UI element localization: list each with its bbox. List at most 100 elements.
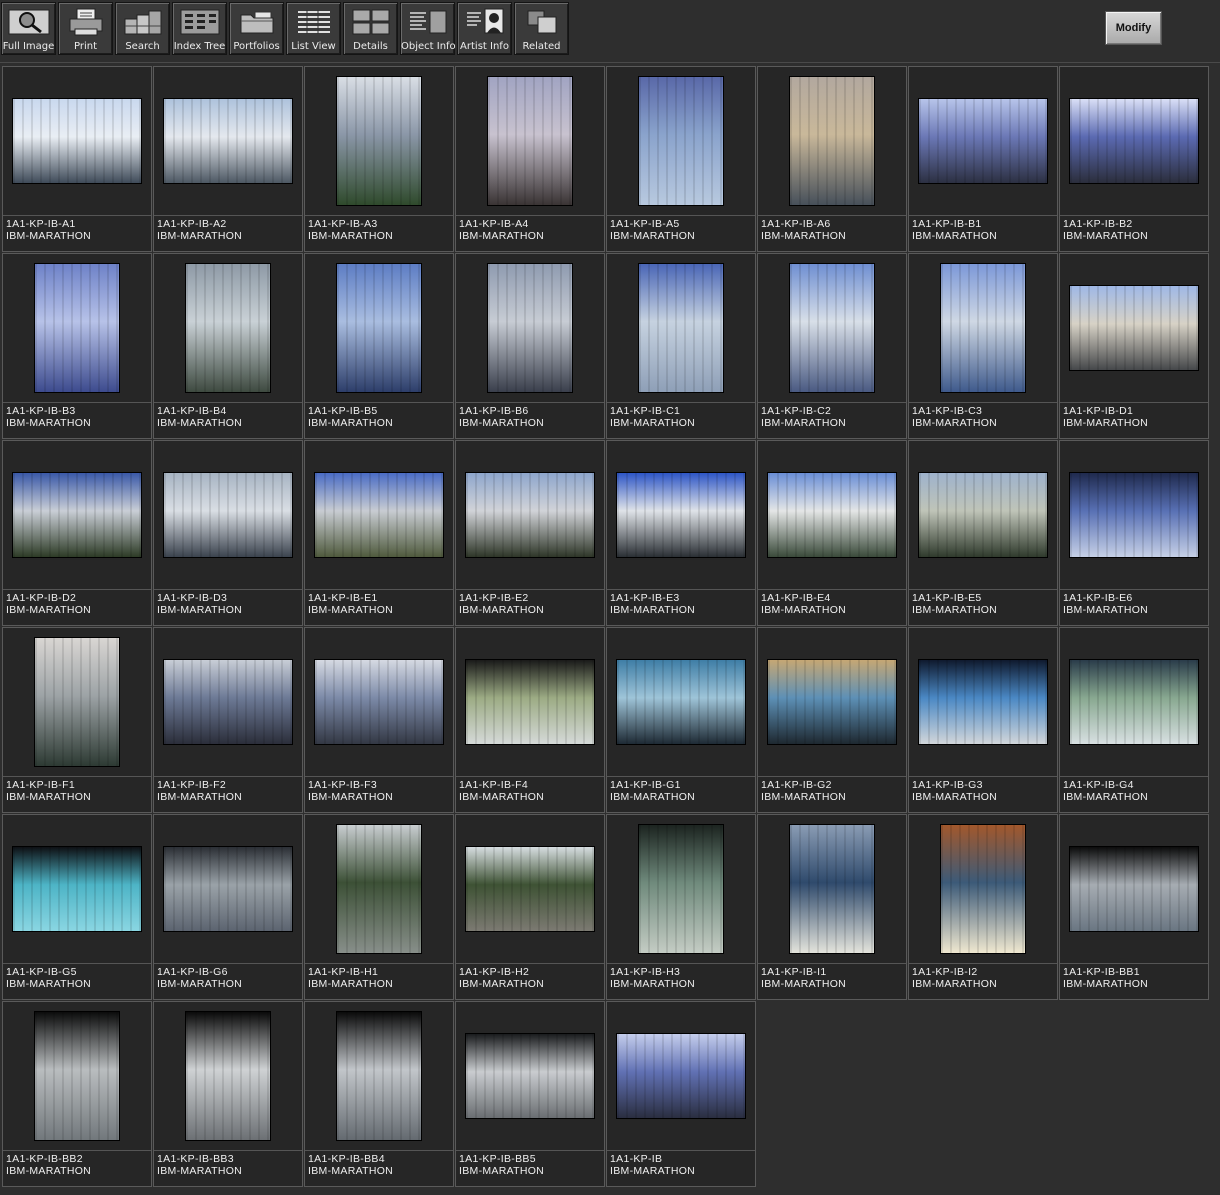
thumbnail-tile[interactable]: 1A1-KP-IB-B4 IBM-MARATHON: [153, 253, 303, 439]
thumbnail-tile[interactable]: 1A1-KP-IB-B2 IBM-MARATHON: [1059, 66, 1209, 252]
thumbnail-image[interactable]: [337, 77, 421, 205]
thumbnail-image[interactable]: [790, 77, 874, 205]
thumbnail-tile[interactable]: 1A1-KP-IB-F2 IBM-MARATHON: [153, 627, 303, 813]
thumbnail-tile[interactable]: 1A1-KP-IB-A4 IBM-MARATHON: [455, 66, 605, 252]
thumbnail-image[interactable]: [337, 825, 421, 953]
thumbnail-tile[interactable]: 1A1-KP-IB-BB2 IBM-MARATHON: [2, 1001, 152, 1187]
thumbnail-image[interactable]: [1070, 473, 1198, 557]
thumbnail-tile[interactable]: 1A1-KP-IB-G4 IBM-MARATHON: [1059, 627, 1209, 813]
thumbnail-tile[interactable]: 1A1-KP-IB-A1 IBM-MARATHON: [2, 66, 152, 252]
portfolios-button[interactable]: Portfolios: [229, 2, 284, 55]
thumbnail-image[interactable]: [1070, 847, 1198, 931]
list-view-button[interactable]: List View: [286, 2, 341, 55]
thumbnail-image[interactable]: [315, 473, 443, 557]
thumbnail-image[interactable]: [35, 638, 119, 766]
thumbnail-image[interactable]: [617, 660, 745, 744]
thumbnail-tile[interactable]: 1A1-KP-IB-D2 IBM-MARATHON: [2, 440, 152, 626]
thumbnail-tile[interactable]: 1A1-KP-IB-G3 IBM-MARATHON: [908, 627, 1058, 813]
thumbnail-image[interactable]: [164, 660, 292, 744]
thumbnail-tile[interactable]: 1A1-KP-IB-BB3 IBM-MARATHON: [153, 1001, 303, 1187]
thumbnail-tile[interactable]: 1A1-KP-IB-G1 IBM-MARATHON: [606, 627, 756, 813]
thumbnail-tile[interactable]: 1A1-KP-IB-F3 IBM-MARATHON: [304, 627, 454, 813]
thumbnail-tile[interactable]: 1A1-KP-IB-B5 IBM-MARATHON: [304, 253, 454, 439]
thumbnail-tile[interactable]: 1A1-KP-IB-A3 IBM-MARATHON: [304, 66, 454, 252]
thumbnail-image[interactable]: [337, 1012, 421, 1140]
thumbnail-image[interactable]: [164, 473, 292, 557]
thumbnail-image[interactable]: [768, 473, 896, 557]
thumbnail-tile[interactable]: 1A1-KP-IB-BB4 IBM-MARATHON: [304, 1001, 454, 1187]
thumbnail-tile[interactable]: 1A1-KP-IB-BB1 IBM-MARATHON: [1059, 814, 1209, 1000]
thumbnail-image[interactable]: [488, 77, 572, 205]
thumbnail-image[interactable]: [13, 847, 141, 931]
thumbnail-image[interactable]: [35, 1012, 119, 1140]
thumbnail-tile[interactable]: 1A1-KP-IB IBM-MARATHON: [606, 1001, 756, 1187]
thumbnail-tile[interactable]: 1A1-KP-IB-A6 IBM-MARATHON: [757, 66, 907, 252]
thumbnail-tile[interactable]: 1A1-KP-IB-G6 IBM-MARATHON: [153, 814, 303, 1000]
thumbnail-image[interactable]: [919, 473, 1047, 557]
thumbnail-tile[interactable]: 1A1-KP-IB-B1 IBM-MARATHON: [908, 66, 1058, 252]
thumbnail-tile[interactable]: 1A1-KP-IB-C2 IBM-MARATHON: [757, 253, 907, 439]
thumbnail-image[interactable]: [164, 99, 292, 183]
thumbnail-image[interactable]: [617, 473, 745, 557]
thumbnail-tile[interactable]: 1A1-KP-IB-F4 IBM-MARATHON: [455, 627, 605, 813]
thumbnail-image[interactable]: [790, 825, 874, 953]
thumbnail-image[interactable]: [1070, 660, 1198, 744]
thumbnail-tile[interactable]: 1A1-KP-IB-E5 IBM-MARATHON: [908, 440, 1058, 626]
details-button[interactable]: Details: [343, 2, 398, 55]
thumbnail-image[interactable]: [1070, 286, 1198, 370]
thumbnail-tile[interactable]: 1A1-KP-IB-H1 IBM-MARATHON: [304, 814, 454, 1000]
thumbnail-tile[interactable]: 1A1-KP-IB-B3 IBM-MARATHON: [2, 253, 152, 439]
thumbnail-image[interactable]: [315, 660, 443, 744]
thumbnail-tile[interactable]: 1A1-KP-IB-E4 IBM-MARATHON: [757, 440, 907, 626]
thumbnail-image[interactable]: [790, 264, 874, 392]
thumbnail-image[interactable]: [488, 264, 572, 392]
thumbnail-tile[interactable]: 1A1-KP-IB-A5 IBM-MARATHON: [606, 66, 756, 252]
thumbnail-tile[interactable]: 1A1-KP-IB-E6 IBM-MARATHON: [1059, 440, 1209, 626]
thumbnail-tile[interactable]: 1A1-KP-IB-H3 IBM-MARATHON: [606, 814, 756, 1000]
search-button[interactable]: Search: [115, 2, 170, 55]
thumbnail-tile[interactable]: 1A1-KP-IB-A2 IBM-MARATHON: [153, 66, 303, 252]
thumbnail-tile[interactable]: 1A1-KP-IB-G5 IBM-MARATHON: [2, 814, 152, 1000]
thumbnail-image[interactable]: [466, 847, 594, 931]
thumbnail-image[interactable]: [919, 99, 1047, 183]
thumbnail-tile[interactable]: 1A1-KP-IB-D1 IBM-MARATHON: [1059, 253, 1209, 439]
print-button[interactable]: Print: [58, 2, 113, 55]
full-image-button[interactable]: Full Image: [1, 2, 56, 55]
thumbnail-image[interactable]: [639, 264, 723, 392]
thumbnail-image[interactable]: [941, 825, 1025, 953]
thumbnail-image[interactable]: [1070, 99, 1198, 183]
thumbnail-image[interactable]: [941, 264, 1025, 392]
thumbnail-tile[interactable]: 1A1-KP-IB-I1 IBM-MARATHON: [757, 814, 907, 1000]
thumbnail-image[interactable]: [466, 473, 594, 557]
thumbnail-image[interactable]: [617, 1034, 745, 1118]
modify-button[interactable]: Modify: [1105, 11, 1162, 45]
thumbnail-image[interactable]: [639, 77, 723, 205]
thumbnail-image[interactable]: [466, 1034, 594, 1118]
thumbnail-tile[interactable]: 1A1-KP-IB-BB5 IBM-MARATHON: [455, 1001, 605, 1187]
thumbnail-tile[interactable]: 1A1-KP-IB-I2 IBM-MARATHON: [908, 814, 1058, 1000]
thumbnail-image[interactable]: [13, 99, 141, 183]
thumbnail-image[interactable]: [186, 264, 270, 392]
thumbnail-tile[interactable]: 1A1-KP-IB-F1 IBM-MARATHON: [2, 627, 152, 813]
thumbnail-tile[interactable]: 1A1-KP-IB-G2 IBM-MARATHON: [757, 627, 907, 813]
thumbnail-tile[interactable]: 1A1-KP-IB-B6 IBM-MARATHON: [455, 253, 605, 439]
thumbnail-image[interactable]: [186, 1012, 270, 1140]
index-tree-button[interactable]: Index Tree: [172, 2, 227, 55]
thumbnail-image[interactable]: [13, 473, 141, 557]
thumbnail-image[interactable]: [337, 264, 421, 392]
thumbnail-image[interactable]: [639, 825, 723, 953]
thumbnail-tile[interactable]: 1A1-KP-IB-E1 IBM-MARATHON: [304, 440, 454, 626]
thumbnail-image[interactable]: [919, 660, 1047, 744]
thumbnail-tile[interactable]: 1A1-KP-IB-E2 IBM-MARATHON: [455, 440, 605, 626]
thumbnail-image[interactable]: [768, 660, 896, 744]
thumbnail-image[interactable]: [164, 847, 292, 931]
thumbnail-image[interactable]: [35, 264, 119, 392]
thumbnail-tile[interactable]: 1A1-KP-IB-C3 IBM-MARATHON: [908, 253, 1058, 439]
thumbnail-tile[interactable]: 1A1-KP-IB-C1 IBM-MARATHON: [606, 253, 756, 439]
related-button[interactable]: Related: [514, 2, 569, 55]
artist-info-button[interactable]: Artist Info: [457, 2, 512, 55]
thumbnail-tile[interactable]: 1A1-KP-IB-E3 IBM-MARATHON: [606, 440, 756, 626]
thumbnail-tile[interactable]: 1A1-KP-IB-D3 IBM-MARATHON: [153, 440, 303, 626]
thumbnail-image[interactable]: [466, 660, 594, 744]
thumbnail-tile[interactable]: 1A1-KP-IB-H2 IBM-MARATHON: [455, 814, 605, 1000]
